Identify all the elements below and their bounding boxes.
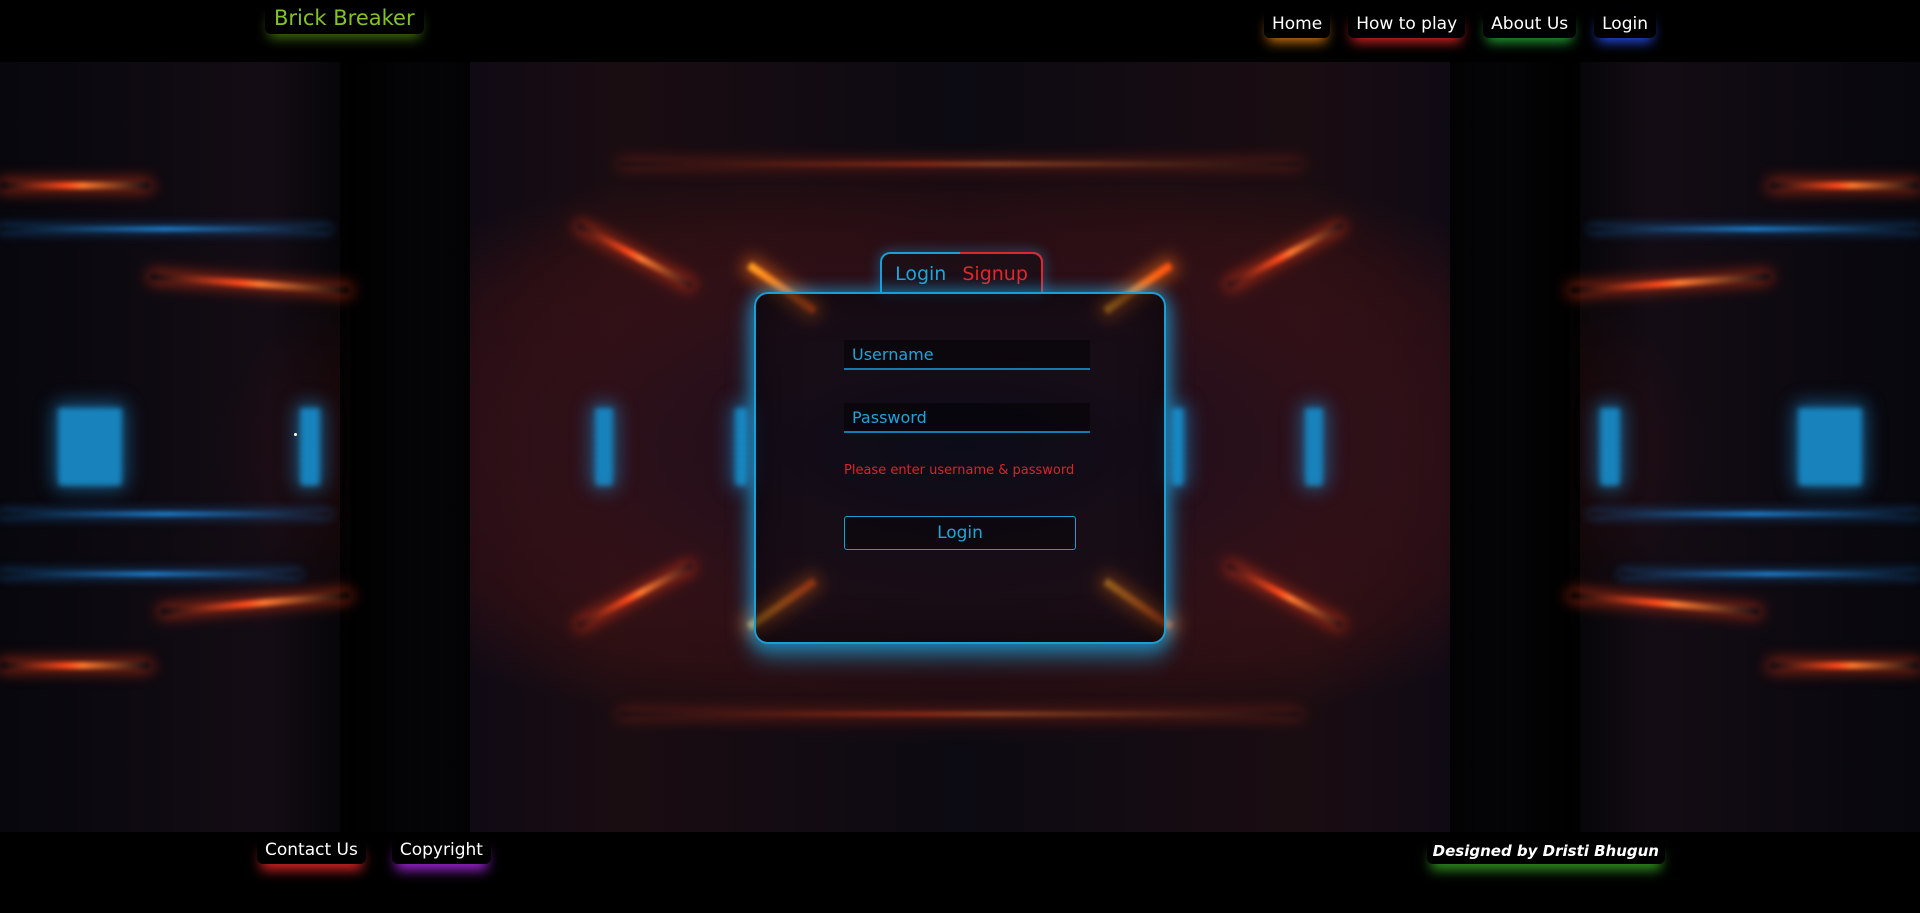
bg-streak xyxy=(1225,221,1345,290)
page: Brick Breaker Home How to play About Us … xyxy=(0,0,1920,913)
bg-streak xyxy=(0,572,300,576)
bg-streak xyxy=(1770,182,1920,189)
footer-links: Contact Us Copyright xyxy=(257,836,491,864)
bg-light xyxy=(735,407,747,485)
bg-streak xyxy=(1770,662,1920,669)
tab-signup[interactable]: Signup xyxy=(962,263,1028,285)
auth-tabs: Login Signup xyxy=(880,252,1043,294)
bg-streak xyxy=(0,662,150,669)
bg-light xyxy=(58,407,122,485)
error-message: Please enter username & password xyxy=(844,463,1075,478)
bg-streak xyxy=(575,561,695,630)
login-button[interactable]: Login xyxy=(844,516,1076,550)
bg-streak xyxy=(1590,512,1920,516)
nav-home[interactable]: Home xyxy=(1263,10,1331,38)
bg-light xyxy=(1798,407,1862,485)
bg-streak xyxy=(0,512,330,516)
bg-light xyxy=(1172,407,1184,485)
bg-streak xyxy=(575,221,695,290)
bg-streak xyxy=(1590,227,1920,231)
bg-streak xyxy=(1569,273,1771,294)
nav-how-to-play[interactable]: How to play xyxy=(1348,10,1466,38)
tab-login[interactable]: Login xyxy=(895,263,946,285)
bg-streak xyxy=(620,162,1300,166)
footer-contact-us[interactable]: Contact Us xyxy=(257,836,366,864)
bg-streak xyxy=(0,182,150,189)
designer-credit: Designed by Dristi Bhugun xyxy=(1426,838,1665,864)
nav-login[interactable]: Login xyxy=(1594,10,1656,38)
bg-streak xyxy=(620,712,1300,716)
bg-streak xyxy=(0,227,330,231)
nav-about-us[interactable]: About Us xyxy=(1483,10,1577,38)
password-input[interactable] xyxy=(844,403,1090,433)
bg-light xyxy=(1305,407,1323,485)
bg-light xyxy=(300,407,320,485)
bg-shade xyxy=(1440,62,1580,832)
main-nav: Home How to play About Us Login xyxy=(1263,10,1656,38)
bg-streak xyxy=(1570,591,1760,616)
bg-streak xyxy=(1225,561,1345,630)
bg-streak xyxy=(160,591,350,616)
bg-streak xyxy=(149,273,351,294)
bg-streak xyxy=(1620,572,1920,576)
bg-light xyxy=(1600,407,1620,485)
cursor-dot xyxy=(294,433,297,436)
footer-copyright[interactable]: Copyright xyxy=(391,836,491,864)
bg-shade xyxy=(340,62,480,832)
site-logo[interactable]: Brick Breaker xyxy=(265,4,424,34)
username-input[interactable] xyxy=(844,340,1090,370)
login-form-card: Please enter username & password Login xyxy=(754,292,1166,644)
bg-light xyxy=(595,407,613,485)
